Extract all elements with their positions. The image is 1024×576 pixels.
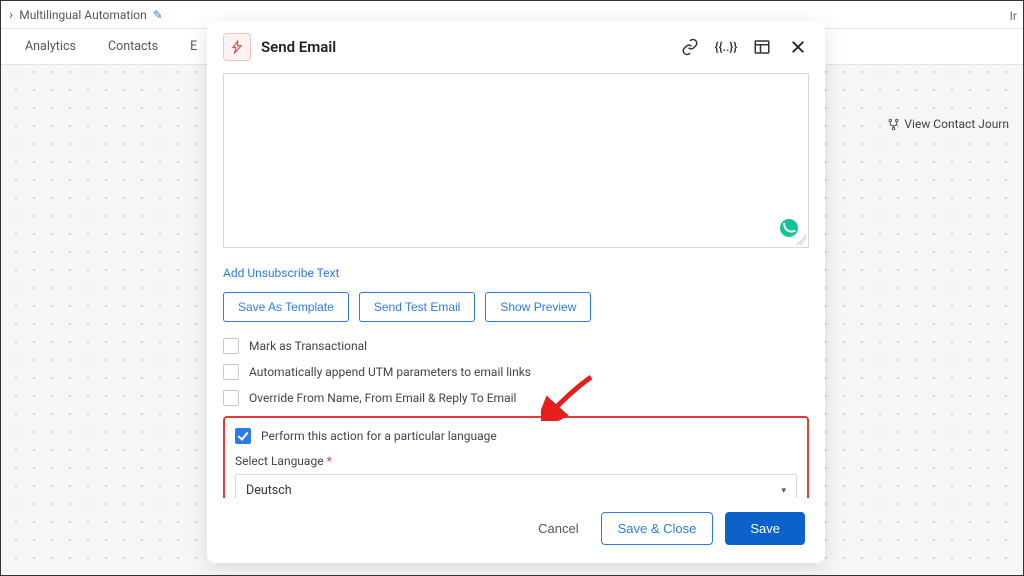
send-email-modal: Send Email {{..}} Add Unsubscribe Text S… xyxy=(207,21,825,563)
modal-title: Send Email xyxy=(261,38,669,56)
automation-title: Multilingual Automation xyxy=(19,8,147,22)
tab-e[interactable]: E xyxy=(190,29,197,64)
save-button[interactable]: Save xyxy=(725,512,805,545)
bolt-icon xyxy=(223,33,251,61)
check-override[interactable]: Override From Name, From Email & Reply T… xyxy=(223,390,809,406)
modal-header: Send Email {{..}} xyxy=(207,21,825,73)
edit-title-icon[interactable]: ✎ xyxy=(153,8,163,22)
check-utm[interactable]: Automatically append UTM parameters to e… xyxy=(223,364,809,380)
checkbox-checked[interactable] xyxy=(235,428,251,444)
language-highlight-box: Perform this action for a particular lan… xyxy=(223,416,809,498)
select-language-label: Select Language* xyxy=(235,454,797,468)
link-icon[interactable] xyxy=(679,36,701,58)
view-journey-link[interactable]: View Contact Journ xyxy=(887,117,1009,131)
template-icon[interactable] xyxy=(751,36,773,58)
back-chevron-icon[interactable]: › xyxy=(9,7,13,23)
resize-handle[interactable] xyxy=(796,235,806,245)
fork-icon xyxy=(887,118,900,131)
show-preview-button[interactable]: Show Preview xyxy=(485,292,591,322)
save-close-button[interactable]: Save & Close xyxy=(601,512,714,545)
tab-analytics[interactable]: Analytics xyxy=(25,29,76,64)
check-language-action[interactable]: Perform this action for a particular lan… xyxy=(235,428,797,444)
add-unsubscribe-link[interactable]: Add Unsubscribe Text xyxy=(223,266,339,280)
tab-contacts[interactable]: Contacts xyxy=(108,29,158,64)
modal-body: Add Unsubscribe Text Save As Template Se… xyxy=(207,73,825,498)
send-test-email-button[interactable]: Send Test Email xyxy=(359,292,476,322)
email-body-editor[interactable] xyxy=(223,73,809,248)
cancel-button[interactable]: Cancel xyxy=(528,513,588,544)
top-right-truncated: Ir xyxy=(1010,9,1017,23)
checkbox[interactable] xyxy=(223,338,239,354)
checkbox[interactable] xyxy=(223,390,239,406)
check-transactional[interactable]: Mark as Transactional xyxy=(223,338,809,354)
save-as-template-button[interactable]: Save As Template xyxy=(223,292,349,322)
chevron-down-icon: ▾ xyxy=(781,486,786,496)
close-icon[interactable] xyxy=(787,36,809,58)
checkbox[interactable] xyxy=(223,364,239,380)
braces-icon[interactable]: {{..}} xyxy=(715,36,737,58)
modal-footer: Cancel Save & Close Save xyxy=(207,498,825,563)
language-select[interactable]: Deutsch ▾ xyxy=(235,474,797,498)
